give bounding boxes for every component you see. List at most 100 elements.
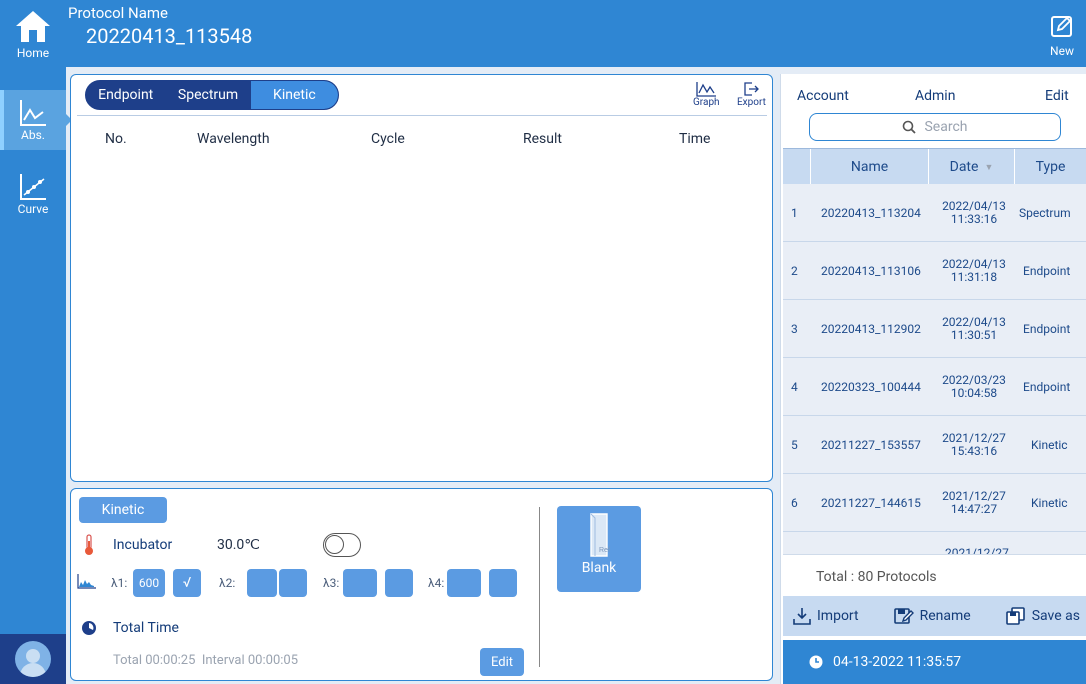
user-area[interactable] [0,634,66,684]
row-type: Kinetic [1031,438,1068,452]
row-date: 2021/12/27 14:47:27 [942,489,1006,516]
home-icon [16,11,50,42]
list-toolbar: Import Rename Save as [783,596,1086,636]
rename-button[interactable]: Rename [893,607,971,625]
column-header-type[interactable]: Type [1015,149,1086,185]
row-name: 20220413_113106 [821,264,921,278]
account-user: Admin [915,88,956,104]
import-label: Import [817,608,859,624]
row-name: 20220413_113204 [821,206,921,220]
search-placeholder: Search [924,119,968,135]
curve-label: Curve [17,202,49,216]
export-label: Export [737,97,766,108]
import-button[interactable]: Import [793,607,859,625]
column-header-name[interactable]: Name [811,149,929,185]
lambda2-value[interactable] [247,569,277,597]
column-header-date[interactable]: Date ▼ [929,149,1015,185]
lambda4-value[interactable] [447,569,481,597]
export-icon [744,82,760,96]
row-number: 3 [791,322,798,336]
lambda1-check[interactable]: √ [173,569,201,597]
graph-label: Graph [693,97,720,108]
mode-badge: Kinetic [79,497,167,523]
tab-kinetic[interactable]: Kinetic [250,81,338,109]
save-as-icon [1005,607,1025,625]
table-row[interactable]: 5 20211227_153557 2021/12/27 15:43:16 Kin… [783,416,1086,474]
vertical-divider [539,507,540,667]
partial-row[interactable]: 2021/12/27 [783,532,1086,554]
row-date: 2022/03/23 10:04:58 [942,373,1006,400]
rename-label: Rename [919,608,971,624]
lambda4-check[interactable] [489,569,517,597]
column-header-no: No. [105,131,127,147]
protocol-count: Total : 80 Protocols [816,569,937,585]
protocol-name-value[interactable]: 20220413_113548 [86,24,252,48]
tab-endpoint[interactable]: Endpoint [86,81,165,109]
datetime-bar: 04-13-2022 11:35:57 [783,640,1086,684]
row-name: 20220323_100444 [821,380,921,394]
table-row[interactable]: 6 20211227_144615 2021/12/27 14:47:27 Kin… [783,474,1086,532]
export-button[interactable]: Export [737,81,766,108]
table-row[interactable]: 3 20220413_112902 2022/04/13 11:30:51 End… [783,300,1086,358]
home-button[interactable]: Home [0,8,66,68]
lambda3-value[interactable] [343,569,377,597]
new-button[interactable]: New [1042,14,1082,58]
settings-panel: Kinetic Incubator 30.0℃ λ1: 600 √ λ2: λ3… [70,488,773,681]
search-input[interactable]: Search [809,113,1061,141]
edit-note-icon [1051,16,1072,37]
clock-icon [809,655,823,669]
column-header-time: Time [679,131,711,147]
total-time-value: Total 00:00:25 Interval 00:00:05 [113,653,299,668]
avatar [15,641,51,677]
row-type: Endpoint [1023,264,1071,278]
cuvette-ref-label: Ref [599,547,610,554]
protocol-table-header: Name Date ▼ Type [783,148,1086,185]
spectrum-icon [77,574,96,589]
row-type: Endpoint [1023,380,1071,394]
column-header-wavelength: Wavelength [197,131,270,147]
table-row[interactable]: 2 20220413_113106 2022/04/13 11:31:18 End… [783,242,1086,300]
row-type: Endpoint [1023,322,1071,336]
row-date: 2022/04/13 11:30:51 [942,315,1006,342]
row-name: 20211227_153557 [821,438,921,452]
row-number: 2 [791,264,798,278]
blank-label: Blank [581,560,617,576]
lambda2-check[interactable] [279,569,307,597]
import-icon [793,608,811,625]
edit-time-button[interactable]: Edit [480,648,524,676]
row-number: 5 [791,438,798,452]
save-as-label: Save as [1031,608,1080,624]
row-date: 2021/12/27 15:43:16 [942,431,1006,458]
save-as-button[interactable]: Save as [1005,607,1080,625]
timer-icon [82,621,96,635]
lambda2-label: λ2: [219,576,236,590]
date-header-label: Date [949,159,979,175]
current-datetime: 04-13-2022 11:35:57 [833,654,962,670]
protocol-name-label: Protocol Name [68,4,169,22]
lambda3-label: λ3: [323,576,340,590]
tab-spectrum[interactable]: Spectrum [165,81,250,109]
row-type: Kinetic [1031,496,1068,510]
row-type: Spectrum [1019,206,1071,220]
column-header-cycle: Cycle [371,131,405,147]
mode-selector: Endpoint Spectrum Kinetic [85,80,339,110]
sidebar-item-curve[interactable]: Curve [0,172,66,228]
cuvette-icon: Ref [590,513,610,557]
graph-button[interactable]: Graph [693,81,720,108]
search-icon [903,120,917,134]
edit-list-button[interactable]: Edit [1045,88,1069,104]
row-name: 20211227_144615 [821,496,921,510]
lambda1-value[interactable]: 600 [133,569,165,597]
table-row[interactable]: 4 20220323_100444 2022/03/23 10:04:58 End… [783,358,1086,416]
sidebar-item-abs[interactable]: Abs. [0,90,72,150]
row-date: 2022/04/13 11:31:18 [942,257,1006,284]
column-header-result: Result [523,131,562,147]
new-label: New [1050,44,1074,58]
table-row[interactable]: 1 20220413_113204 2022/04/13 11:33:16 Spe… [783,184,1086,242]
incubator-toggle[interactable] [323,533,361,557]
blank-button[interactable]: Ref Blank [557,506,641,592]
row-number: 4 [791,380,798,394]
lambda3-check[interactable] [385,569,413,597]
incubator-temperature: 30.0℃ [217,537,261,553]
lambda1-label: λ1: [111,576,128,590]
